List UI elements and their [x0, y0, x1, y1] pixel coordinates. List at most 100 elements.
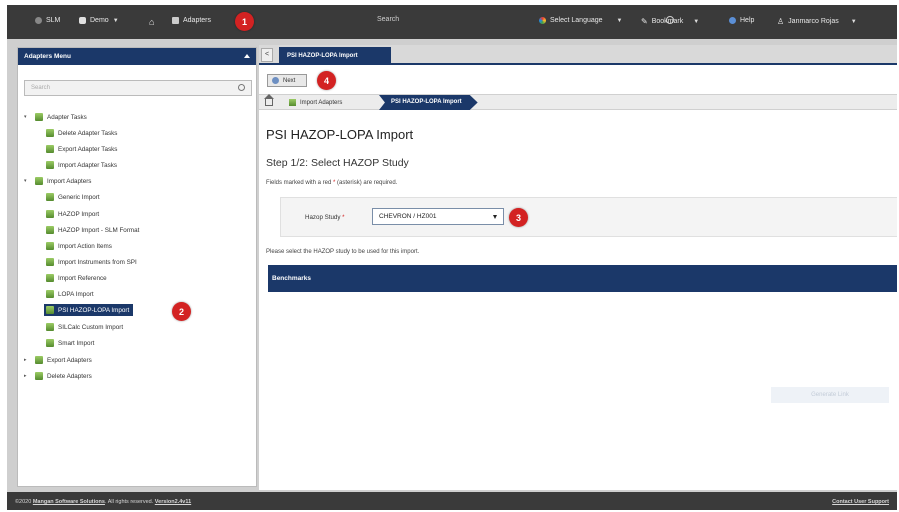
search-icon[interactable] [238, 84, 245, 91]
bookmark-menu[interactable]: ✎ Bookmark ▼ [641, 17, 699, 26]
breadcrumb-import-adapters[interactable]: Import Adapters [289, 99, 342, 106]
home-icon[interactable] [264, 94, 274, 106]
chevron-down-icon [493, 215, 497, 219]
tree-item-hazop-import-slm[interactable]: HAZOP Import - SLM Format [46, 225, 139, 235]
form-panel: Hazop Study * CHEVRON / HZ001 3 [280, 197, 897, 237]
tree-item-smart-import[interactable]: Smart Import [46, 338, 94, 348]
sidebar-header[interactable]: Adapters Menu [18, 48, 256, 65]
hazop-study-select[interactable]: CHEVRON / HZ001 [372, 208, 504, 225]
adapter-icon [46, 242, 54, 250]
user-menu[interactable]: ♙ Janmarco Rojas ▼ [777, 17, 857, 26]
adapters-icon [172, 17, 179, 24]
adapter-icon [46, 258, 54, 266]
tree-node-import-adapters[interactable]: ▾ Import Adapters [24, 176, 91, 186]
contact-support-link[interactable]: Contact User Support [832, 499, 889, 505]
breadcrumb: Import Adapters PSI HAZOP-LOPA Import [259, 94, 897, 110]
adapter-icon [46, 226, 54, 234]
global-search-placeholder: Search [377, 16, 400, 23]
adapter-icon [46, 193, 54, 201]
tree-item-import-action-items[interactable]: Import Action Items [46, 241, 112, 251]
adapter-icon [46, 323, 54, 331]
global-search-input[interactable]: Search [377, 16, 674, 30]
tree-item-hazop-import[interactable]: HAZOP Import [46, 209, 99, 219]
step-title: Step 1/2: Select HAZOP Study [266, 157, 409, 169]
chevron-down-icon: ▼ [112, 17, 119, 24]
user-icon: ♙ [777, 17, 785, 26]
adapter-icon [46, 210, 54, 218]
generate-link-button[interactable]: Generate Link [771, 387, 889, 403]
language-selector[interactable]: Select Language ▼ [539, 17, 623, 24]
database-icon [79, 17, 86, 24]
tree-item-import-adapter-tasks[interactable]: Import Adapter Tasks [46, 160, 117, 170]
tree-label: HAZOP Import [58, 210, 100, 218]
adapter-icon [289, 99, 296, 106]
tree-item-delete-adapter-tasks[interactable]: Delete Adapter Tasks [46, 128, 117, 138]
tree-label: PSI HAZOP-LOPA Import [58, 306, 130, 314]
tree-node-delete-adapters[interactable]: ▸ Delete Adapters [24, 371, 92, 381]
tree-label: Import Adapters [47, 177, 92, 185]
adapter-icon [46, 306, 54, 314]
chevron-down-icon: ▼ [616, 17, 623, 24]
adapters-link[interactable]: Adapters [172, 17, 211, 24]
slm-icon [35, 17, 42, 24]
footer-copyright-post: . All rights reserved. [104, 499, 155, 505]
tree-label: LOPA Import [58, 290, 94, 298]
language-label: Select Language [550, 17, 603, 24]
footer: ©2020 Mangan Software Solutions. All rig… [7, 492, 897, 510]
sidebar-title: Adapters Menu [24, 53, 71, 60]
help-link[interactable]: Help [729, 17, 754, 24]
annotation-badge-2: 2 [172, 302, 191, 321]
adapter-icon [46, 274, 54, 282]
required-note-post: (asterisk) are required. [335, 180, 398, 186]
tree-item-export-adapter-tasks[interactable]: Export Adapter Tasks [46, 144, 117, 154]
footer-copyright-pre: ©2020 [15, 499, 33, 505]
tree-item-silcalc-custom-import[interactable]: SILCalc Custom Import [46, 322, 123, 332]
tree-node-export-adapters[interactable]: ▸ Export Adapters [24, 355, 92, 365]
tree-label: Export Adapter Tasks [58, 145, 118, 153]
tree-label: Generic Import [58, 193, 100, 201]
expand-toggle-icon[interactable]: ▸ [24, 357, 31, 363]
tab-psi-hazop-lopa-import[interactable]: PSI HAZOP-LOPA Import [279, 47, 391, 65]
bookmark-label: Bookmark [651, 18, 684, 25]
tree-item-lopa-import[interactable]: LOPA Import [46, 289, 94, 299]
tree-item-import-reference[interactable]: Import Reference [46, 273, 107, 283]
adapters-label: Adapters [183, 17, 212, 24]
collapse-sidebar-button[interactable]: < [261, 48, 273, 62]
home-button[interactable]: ⌂ [149, 17, 154, 27]
app-menu[interactable]: SLM [35, 17, 60, 24]
benchmarks-header: Benchmarks [268, 265, 897, 292]
chevron-down-icon: ▼ [850, 18, 857, 25]
next-button[interactable]: Next [267, 74, 307, 87]
required-note-pre: Fields marked with a red [266, 180, 334, 186]
app-window: SLM Demo ▼ ⌂ Adapters 1 Search Select La… [7, 5, 897, 510]
footer-company-link[interactable]: Mangan Software Solutions [33, 499, 105, 505]
tree-item-generic-import[interactable]: Generic Import [46, 192, 100, 202]
bookmark-icon: ✎ [641, 17, 648, 26]
tree-label: Export Adapters [47, 356, 92, 364]
adapter-icon [46, 339, 54, 347]
tree-label: Import Reference [58, 274, 107, 282]
adapter-icon [46, 161, 54, 169]
expand-toggle-icon[interactable]: ▾ [24, 114, 31, 120]
site-name: Demo [90, 17, 109, 24]
annotation-badge-1: 1 [235, 12, 254, 31]
help-note: Please select the HAZOP study to be used… [266, 249, 420, 255]
tree-label: Import Action Items [58, 242, 112, 250]
expand-toggle-icon[interactable]: ▸ [24, 373, 31, 379]
collapse-icon[interactable] [244, 54, 250, 58]
tree-label: Delete Adapter Tasks [58, 129, 118, 137]
home-icon: ⌂ [149, 17, 155, 27]
tree-item-psi-hazop-lopa-import[interactable]: PSI HAZOP-LOPA Import [44, 304, 134, 316]
tree-item-import-instruments[interactable]: Import Instruments from SPI [46, 257, 137, 267]
footer-version-link[interactable]: Version2.4v11 [155, 499, 191, 505]
tree-label: Import Adapter Tasks [58, 161, 118, 169]
hazop-study-label: Hazop Study * [305, 214, 345, 221]
tree-node-adapter-tasks[interactable]: ▾ Adapter Tasks [24, 112, 87, 122]
help-icon [729, 17, 736, 24]
content-pane: < PSI HAZOP-LOPA Import Next 4 Import Ad… [259, 45, 897, 490]
sidebar-search-input[interactable]: Search [24, 80, 252, 96]
site-selector[interactable]: Demo ▼ [79, 17, 119, 24]
arrow-right-icon [272, 77, 279, 84]
expand-toggle-icon[interactable]: ▾ [24, 178, 31, 184]
adapters-sidebar: Adapters Menu Search ▾ Adapter Tasks Del… [17, 47, 257, 487]
